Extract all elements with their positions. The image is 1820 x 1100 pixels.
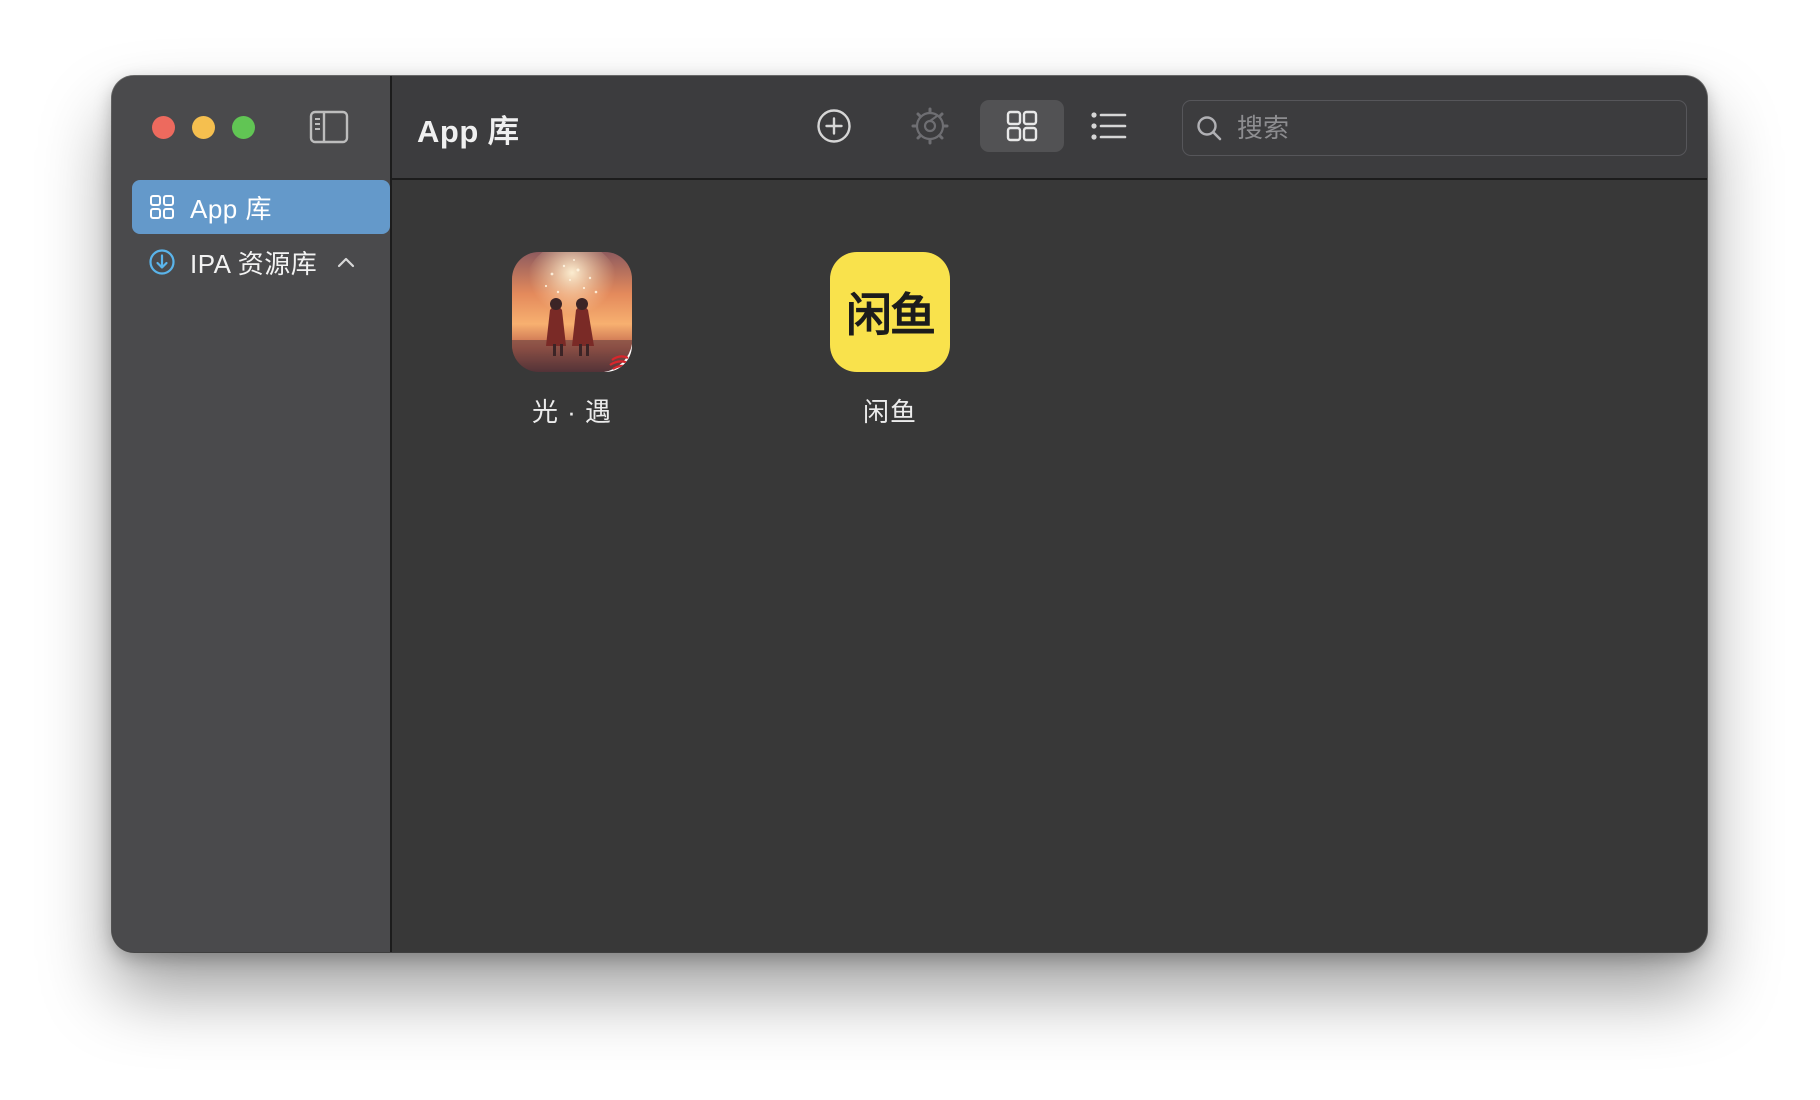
search-box[interactable]: [1182, 100, 1687, 156]
grid-icon: [148, 193, 176, 221]
grid-view-icon: [1006, 110, 1038, 142]
xianyu-app-icon: 闲鱼: [830, 252, 950, 372]
chevron-up-icon[interactable]: [337, 255, 355, 269]
gear-icon: [911, 107, 949, 145]
maximize-window-button[interactable]: [232, 116, 255, 139]
list-view-button[interactable]: [1080, 100, 1138, 152]
search-input[interactable]: [1235, 111, 1659, 145]
search-icon: [1197, 116, 1222, 141]
settings-button[interactable]: [901, 100, 959, 152]
app-tile-sky[interactable]: 光 · 遇: [472, 252, 672, 442]
sidebar-item-label: App 库: [190, 193, 272, 224]
sidebar-item-app-library[interactable]: App 库: [132, 180, 390, 234]
app-name: 闲鱼: [862, 397, 917, 427]
app-grid: 光 · 遇 闲鱼 闲鱼: [392, 180, 1707, 952]
sidebar-icon: [309, 110, 349, 144]
grid-view-button[interactable]: [980, 100, 1064, 152]
app-name: 光 · 遇: [531, 397, 613, 427]
list-view-icon: [1091, 112, 1127, 140]
sky-app-icon: [512, 252, 632, 372]
close-window-button[interactable]: [152, 116, 175, 139]
download-circle-icon: [148, 248, 176, 276]
sidebar: App 库 IPA 资源库: [112, 76, 392, 952]
sidebar-toggle-button[interactable]: [309, 110, 349, 144]
sidebar-item-label: IPA 资源库: [190, 248, 318, 279]
page-title: App 库: [417, 114, 520, 149]
toolbar: App 库: [392, 76, 1707, 180]
add-button[interactable]: [805, 100, 863, 152]
app-tile-xianyu[interactable]: 闲鱼 闲鱼: [790, 252, 990, 442]
xianyu-logo-text: 闲鱼: [846, 288, 936, 342]
plus-circle-icon: [817, 109, 851, 143]
minimize-window-button[interactable]: [192, 116, 215, 139]
app-window: App 库 IPA 资源库 App 库 搜索 光 · 遇 闲鱼 闲鱼: [112, 76, 1707, 952]
sidebar-item-ipa-library[interactable]: IPA 资源库: [132, 235, 392, 289]
